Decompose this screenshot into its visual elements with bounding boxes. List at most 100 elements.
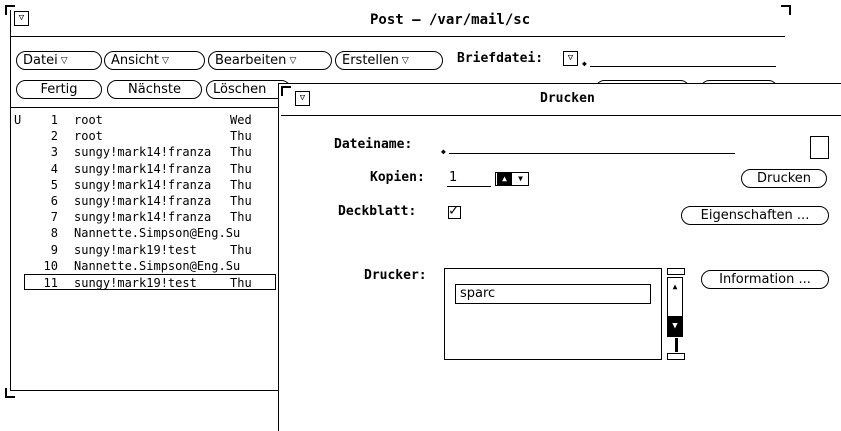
message-number: 8 [50,226,58,241]
scroll-up-arrow-icon[interactable]: ▲ [668,278,682,296]
message-date: Thu [230,210,252,225]
done-button[interactable]: Fertig [16,80,102,99]
dialog-corner-tl[interactable] [281,86,291,96]
copies-label: Kopien: [370,170,425,185]
print-button-label: Drucken [756,171,812,186]
printer-item-label: sparc [460,286,496,301]
message-row[interactable]: 11 sungy!mark19!test Thu [24,274,276,290]
message-date: Thu [230,177,252,192]
window-corner-tr[interactable] [781,5,791,15]
message-row[interactable]: 9 sungy!mark19!test Thu [14,242,276,258]
menu-triangle-icon: ▽ [289,56,297,66]
properties-button-label: Eigenschaften ... [700,208,810,223]
information-button-label: Information ... [719,272,811,287]
message-row[interactable]: 3 sungy!mark14!franza Thu [14,144,276,160]
spin-down-icon[interactable]: ▼ [513,173,528,185]
next-button-label: Nächste [128,82,181,97]
message-row[interactable]: U 1 root Wed [14,112,276,128]
scroll-down-arrow-icon[interactable]: ▼ [668,316,682,336]
spin-up-icon[interactable]: ▲ [497,173,512,185]
properties-button[interactable]: Eigenschaften ... [681,206,829,225]
message-date: Thu [230,276,252,290]
menu-triangle-icon: ▽ [60,56,68,66]
next-button[interactable]: Nächste [107,80,202,99]
message-number: 9 [50,242,58,257]
filename-label: Dateiname: [334,137,413,152]
message-sender: sungy!mark19!test [74,242,197,257]
window-menu-icon[interactable]: ▽ [14,11,29,26]
dialog-border-top [278,83,841,84]
printer-scrollbar[interactable]: ▲ ▼ [667,268,685,363]
compose-menu-label: Erstellen [342,53,399,68]
window-border-left [10,10,11,391]
message-sender: root [74,129,103,144]
window-title: Post – /var/mail/sc [370,12,531,28]
view-menu-label: Ansicht [111,53,160,68]
message-number: 1 [50,113,58,127]
message-number: 4 [50,161,58,176]
printer-list[interactable]: sparc [444,268,662,360]
delete-button-label: Löschen [213,82,267,97]
message-sender: sungy!mark19!test [74,276,197,290]
message-row[interactable]: 5 sungy!mark14!franza Thu [14,177,276,193]
scrollbar-bottom-cable[interactable] [667,353,685,360]
message-date: Thu [230,194,252,208]
message-date: Thu [230,129,252,144]
dialog-title-separator [281,115,841,116]
file-menu-button[interactable]: Datei ▽ [16,51,102,70]
message-sender: sungy!mark14!franza [74,177,212,192]
dialog-title: Drucken [540,91,595,106]
filename-input[interactable] [449,153,735,154]
information-button[interactable]: Information ... [701,270,829,289]
message-sender: sungy!mark14!franza [74,194,212,208]
message-row[interactable]: 10 Nannette.Simpson@Eng.Su [14,258,276,274]
message-row[interactable]: 6 sungy!mark14!franza Thu [14,193,276,209]
scrollbar-cable [675,338,678,352]
printer-item-sparc[interactable]: sparc [455,284,651,304]
scrollbar-top-cable[interactable] [667,268,685,275]
message-row[interactable]: 7 sungy!mark14!franza Thu [14,209,276,225]
message-date: Thu [230,145,252,160]
copies-value[interactable]: 1 [449,170,457,185]
view-menu-button[interactable]: Ansicht ▽ [104,51,205,70]
compose-menu-button[interactable]: Erstellen ▽ [335,51,443,70]
menu-triangle-icon: ▽ [401,56,409,66]
print-dialog: ▽ Drucken Dateiname: ◆ Kopien: 1 ▲ ▼ Dru… [278,83,841,431]
message-date: Thu [230,161,252,176]
message-number: 2 [50,129,58,144]
resize-box[interactable] [810,136,829,159]
message-list[interactable]: U 1 root Wed 2 root Thu 3 sungy!mark14!franza Thu… [14,112,276,352]
mailfile-menu-icon[interactable]: ▽ [563,51,578,66]
checkmark-icon: ✓ [449,201,459,219]
mailfile-label: Briefdatei: [457,51,544,66]
mailfile-input[interactable] [590,66,776,67]
message-number: 7 [50,210,58,225]
text-caret-icon: ◆ [441,147,446,156]
message-sender: sungy!mark14!franza [74,210,212,225]
message-number: 3 [50,145,58,160]
scroll-elevator[interactable]: ▲ ▼ [667,277,683,337]
message-row[interactable]: 8 Nannette.Simpson@Eng.Su [14,225,276,241]
message-status: U [14,113,22,127]
edit-menu-button[interactable]: Bearbeiten ▽ [208,51,332,70]
message-date: Wed [230,113,252,127]
message-sender: sungy!mark14!franza [74,161,212,176]
message-row[interactable]: 4 sungy!mark14!franza Thu [14,161,276,177]
copies-stepper[interactable]: ▲ ▼ [495,172,529,186]
dialog-border-left [278,83,279,431]
message-number: 6 [50,194,58,208]
cover-checkbox[interactable]: ✓ [448,201,461,219]
scroll-thumb-icon[interactable] [668,297,682,315]
message-number: 10 [43,258,58,273]
window-menu-icon[interactable]: ▽ [295,91,310,106]
copies-input[interactable] [447,186,491,187]
message-row[interactable]: 2 root Thu [14,128,276,144]
window-border-bottom [10,390,280,391]
menu-triangle-icon: ▽ [162,56,169,66]
message-sender: Nannette.Simpson@Eng.Su [74,226,241,241]
cover-label: Deckblatt: [338,204,417,219]
print-button[interactable]: Drucken [741,169,827,188]
message-sender: sungy!mark14!franza [74,145,212,160]
printer-label: Drucker: [364,268,427,283]
message-number: 11 [43,276,58,290]
